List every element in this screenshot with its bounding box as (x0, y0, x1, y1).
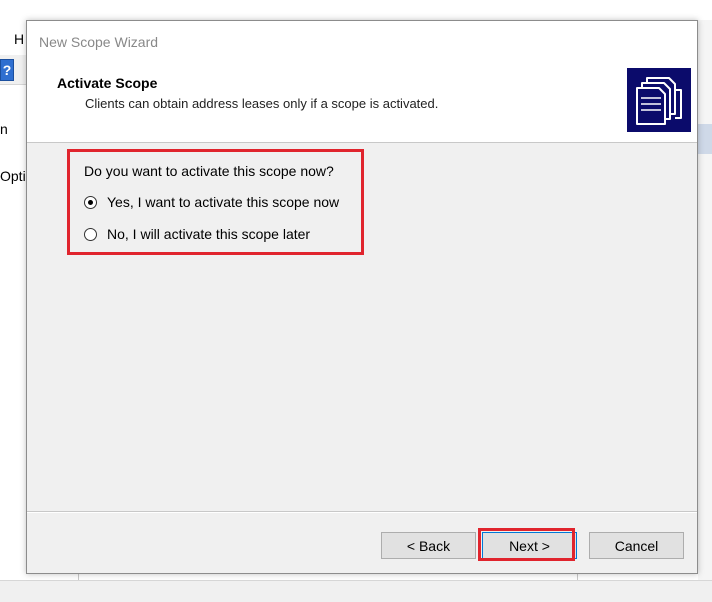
background-menu-item[interactable]: H (14, 31, 24, 47)
radio-button-selected[interactable] (84, 195, 97, 209)
activate-later-label[interactable]: No, I will activate this scope later (107, 226, 310, 242)
help-icon[interactable]: ? (0, 59, 14, 81)
new-scope-wizard-dialog: New Scope Wizard Activate Scope Clients … (26, 20, 698, 574)
activate-now-label[interactable]: Yes, I want to activate this scope now (107, 194, 339, 210)
background-status-bar (0, 580, 712, 602)
cancel-button[interactable]: Cancel (589, 532, 684, 559)
background-right-selection (698, 124, 712, 154)
footer-divider (27, 511, 697, 513)
activation-question: Do you want to activate this scope now? (84, 163, 334, 179)
wizard-header: Activate Scope Clients can obtain addres… (27, 64, 697, 143)
radio-button[interactable] (84, 227, 97, 241)
folders-icon (627, 68, 691, 132)
background-right-pane (698, 20, 712, 580)
page-title: Activate Scope (57, 75, 158, 91)
activate-now-option[interactable]: Yes, I want to activate this scope now (84, 194, 339, 210)
next-button[interactable]: Next > (482, 532, 577, 559)
wizard-content: Do you want to activate this scope now? … (27, 144, 697, 510)
background-tree-item[interactable]: n (0, 121, 8, 137)
back-button[interactable]: < Back (381, 532, 476, 559)
activate-later-option[interactable]: No, I will activate this scope later (84, 226, 310, 242)
dialog-title: New Scope Wizard (39, 34, 159, 50)
title-bar[interactable]: New Scope Wizard (27, 21, 697, 64)
page-subtitle: Clients can obtain address leases only i… (85, 96, 439, 111)
